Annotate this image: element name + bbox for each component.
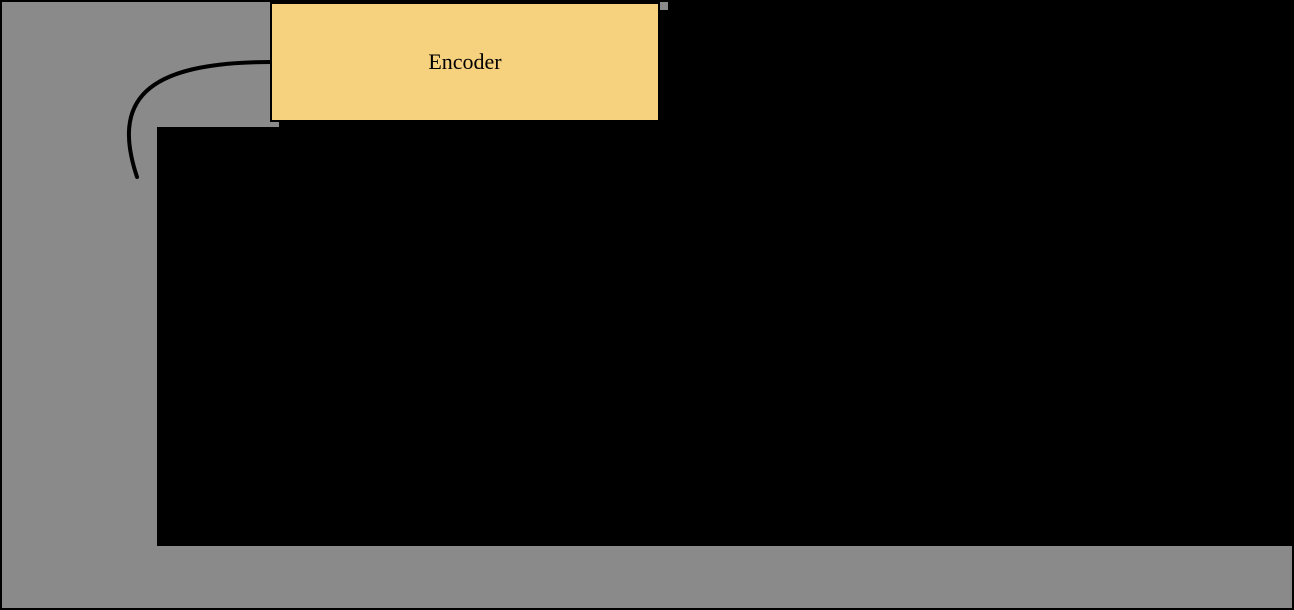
connector-curve <box>2 2 302 262</box>
black-top-strip <box>668 2 1292 127</box>
diagram-canvas: Encoder <box>0 0 1294 610</box>
encoder-label: Encoder <box>428 49 501 75</box>
black-main-panel <box>157 127 1292 546</box>
encoder-box: Encoder <box>270 2 660 122</box>
